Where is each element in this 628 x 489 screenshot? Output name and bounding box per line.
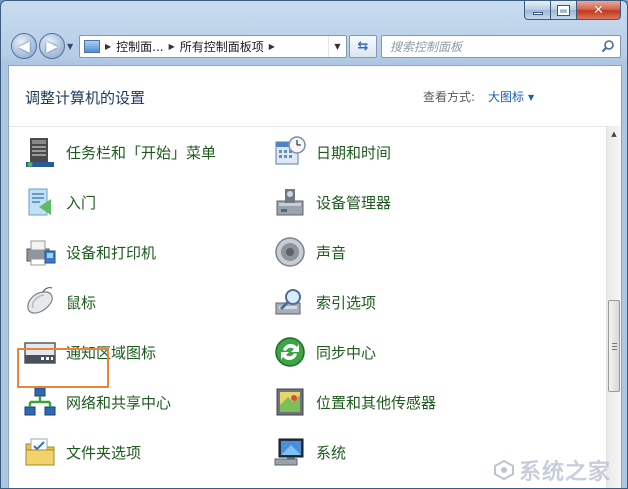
- item-label: 鼠标: [66, 293, 97, 312]
- header-divider: [9, 126, 607, 127]
- speaker-icon: [275, 237, 305, 267]
- printer-icon: [26, 240, 56, 266]
- item-label: 位置和其他传感器: [316, 393, 437, 412]
- item-folder-options[interactable]: 文件夹选项: [23, 432, 141, 472]
- forward-arrow-icon: ▶: [46, 37, 58, 55]
- selection-highlight: [17, 348, 109, 388]
- breadcrumb-all-items[interactable]: 所有控制面板项: [180, 38, 264, 55]
- taskbar-start-icon: [26, 138, 54, 167]
- item-date-time[interactable]: 日期和时间: [273, 132, 391, 172]
- item-label: 任务栏和「开始」菜单: [66, 143, 217, 162]
- maximize-icon: [557, 4, 570, 16]
- recent-pages-dropdown[interactable]: ▼: [67, 42, 73, 51]
- window-caption-buttons: ✕: [524, 1, 621, 20]
- sync-center-icon: [275, 337, 305, 367]
- maximize-button[interactable]: [551, 1, 577, 20]
- watermark-logo-icon: [493, 459, 514, 481]
- network-sharing-icon: [24, 387, 56, 416]
- item-sound[interactable]: 声音: [273, 232, 346, 272]
- location-sensor-icon: [276, 388, 304, 416]
- item-network-sharing[interactable]: 网络和共享中心: [23, 382, 171, 422]
- refresh-button[interactable]: ⇆: [349, 35, 377, 58]
- item-label: 入门: [66, 193, 97, 212]
- item-label: 日期和时间: [316, 143, 392, 162]
- item-label: 同步中心: [316, 343, 377, 362]
- view-by-dropdown[interactable]: 大图标 ▼: [488, 88, 534, 105]
- minimize-icon: [532, 11, 543, 15]
- chevron-down-icon: ▼: [334, 42, 341, 51]
- control-panel-window: ✕ ◀ ▶ ▼ ▶ 控制面... ▶ 所有控制面板项 ▶ ▼ ⇆ 搜索控制面板: [0, 0, 628, 489]
- address-dropdown-button[interactable]: ▼: [328, 36, 346, 57]
- address-bar[interactable]: ▶ 控制面... ▶ 所有控制面板项 ▶ ▼: [79, 35, 347, 58]
- item-system[interactable]: 系统: [273, 432, 346, 472]
- scrollbar-thumb[interactable]: [608, 300, 620, 392]
- breadcrumb-control-panel[interactable]: 控制面...: [116, 38, 163, 55]
- item-label: 设备管理器: [316, 193, 392, 212]
- search-input[interactable]: 搜索控制面板: [381, 35, 621, 58]
- device-manager-icon: [276, 189, 304, 216]
- vertical-scrollbar[interactable]: ▲: [606, 126, 621, 488]
- back-arrow-icon: ◀: [18, 37, 30, 55]
- minimize-button[interactable]: [524, 1, 551, 20]
- scroll-up-arrow-icon[interactable]: ▲: [607, 126, 621, 142]
- item-sync-center[interactable]: 同步中心: [273, 332, 376, 372]
- getting-started-icon: [28, 188, 51, 216]
- forward-button[interactable]: ▶: [39, 33, 65, 59]
- folder-options-icon: [25, 438, 55, 466]
- item-indexing-options[interactable]: 索引选项: [273, 282, 376, 322]
- item-label: 文件夹选项: [66, 443, 142, 462]
- item-mouse[interactable]: 鼠标: [23, 282, 96, 322]
- item-device-manager[interactable]: 设备管理器: [273, 182, 391, 222]
- watermark-text: 系统之家: [518, 460, 611, 485]
- control-panel-icon: [84, 40, 100, 53]
- view-by-value: 大图标: [488, 90, 525, 104]
- search-icon[interactable]: [601, 39, 615, 53]
- watermark: 系统之家: [493, 454, 611, 486]
- calendar-clock-icon: [275, 136, 306, 165]
- chevron-right-icon[interactable]: ▶: [169, 42, 175, 51]
- view-by-label: 查看方式:: [423, 90, 476, 104]
- refresh-icon: ⇆: [357, 39, 369, 54]
- item-devices-printers[interactable]: 设备和打印机: [23, 232, 156, 272]
- item-label: 系统: [316, 443, 347, 462]
- item-label: 设备和打印机: [66, 243, 157, 262]
- item-location-sensors[interactable]: 位置和其他传感器: [273, 382, 436, 422]
- close-button[interactable]: ✕: [577, 1, 621, 20]
- item-label: 索引选项: [316, 293, 377, 312]
- caret-down-icon: ▼: [528, 93, 535, 102]
- page-title: 调整计算机的设置: [25, 89, 146, 107]
- mouse-icon: [27, 287, 53, 314]
- chevron-right-icon[interactable]: ▶: [269, 42, 275, 51]
- chevron-right-icon[interactable]: ▶: [105, 42, 111, 51]
- system-icon: [274, 438, 304, 466]
- grip-icon: [612, 343, 617, 350]
- navigation-bar: ◀ ▶ ▼ ▶ 控制面... ▶ 所有控制面板项 ▶ ▼ ⇆ 搜索控制面板: [9, 31, 621, 61]
- indexing-icon: [275, 289, 301, 315]
- item-getting-started[interactable]: 入门: [23, 182, 96, 222]
- content-header: 调整计算机的设置 查看方式: 大图标 ▼: [9, 66, 621, 126]
- item-label: 网络和共享中心: [66, 393, 172, 412]
- search-placeholder: 搜索控制面板: [390, 40, 463, 54]
- content-pane: 调整计算机的设置 查看方式: 大图标 ▼ 任务栏和「开始」菜单 日期和时间 入门…: [8, 65, 622, 488]
- item-label: 声音: [316, 243, 347, 262]
- back-button[interactable]: ◀: [11, 33, 37, 59]
- close-icon: ✕: [593, 2, 604, 18]
- item-taskbar-start[interactable]: 任务栏和「开始」菜单: [23, 132, 216, 172]
